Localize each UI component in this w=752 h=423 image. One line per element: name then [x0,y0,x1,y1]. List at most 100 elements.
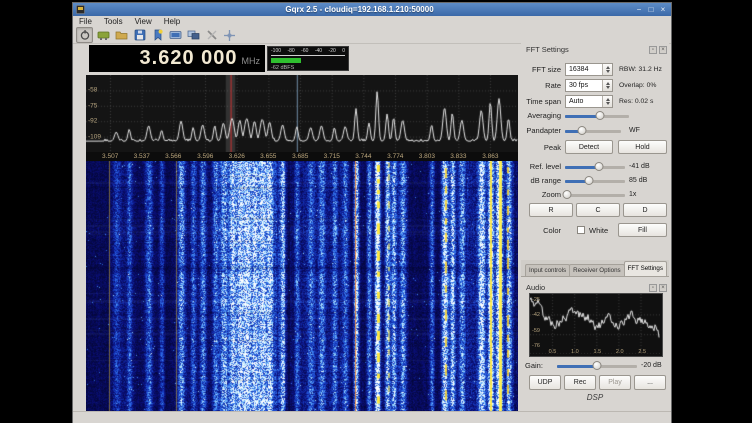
fft-size-spinbox[interactable]: 16384 [565,63,613,76]
waterfall-canvas[interactable] [86,161,518,411]
audio-title: Audio [526,283,545,292]
tools-button[interactable] [204,28,219,42]
spin-arrows[interactable] [602,80,612,91]
fill-button[interactable]: Fill [618,223,667,237]
spin-down-icon[interactable] [606,102,610,105]
play-button[interactable]: Play [599,375,631,390]
gain-slider[interactable] [557,359,637,372]
time-span-spinbox[interactable]: Auto [565,95,613,108]
meter-tick: -60 [301,48,308,54]
center-button[interactable]: C [576,203,620,217]
minimize-button[interactable]: − [634,4,644,15]
fft-size-value: 16384 [566,64,602,75]
spin-arrows[interactable] [602,96,612,107]
maximize-button[interactable]: □ [646,4,656,15]
spin-up-icon[interactable] [606,98,610,101]
menu-view[interactable]: View [129,16,158,27]
zoom-label: Zoom [521,188,561,201]
center-frequency-button[interactable] [222,28,237,42]
slider-handle[interactable] [595,162,604,171]
freq-axis-label: 3.655 [260,152,276,161]
more-options-button[interactable]: ... [634,375,666,390]
rate-spinbox[interactable]: 30 fps [565,79,613,92]
ref-level-value: -41 dB [629,160,650,173]
slider-handle[interactable] [585,176,594,185]
menu-file[interactable]: File [73,16,98,27]
menu-tools[interactable]: Tools [98,16,129,27]
save-icon [134,29,146,41]
open-button[interactable] [114,28,129,42]
titlebar[interactable]: Gqrx 2.5 - cloudiq=192.168.1.210:50000 −… [73,3,671,16]
peak-hold-button[interactable]: Hold [618,140,667,154]
spin-down-icon[interactable] [606,70,610,73]
tab-fft-settings[interactable]: FFT Settings [624,261,667,276]
start-dsp-button[interactable] [76,27,93,43]
pandapter[interactable]: -58 -75 -92 -109 [86,75,518,152]
slider-handle[interactable] [577,126,586,135]
pandapter-split-slider[interactable] [565,124,621,137]
slider-handle[interactable] [596,111,605,120]
record-button[interactable] [168,28,183,42]
screen-icon [169,29,182,41]
dock-float-button[interactable]: ▫ [649,46,657,54]
slider-groove[interactable] [565,194,625,197]
spin-down-icon[interactable] [606,86,610,89]
white-checkbox-label[interactable]: White [589,223,608,238]
frequency-unit: MHz [242,56,261,66]
spin-up-icon[interactable] [606,66,610,69]
db-range-row: dB range 85 dB [521,174,669,187]
rec-button[interactable]: Rec [564,375,596,390]
dock-tabbar: Input controls Receiver Options FFT Sett… [521,260,669,277]
wf-label: WF [629,124,640,137]
spin-up-icon[interactable] [606,82,610,85]
meter-value: -62 dBFS [271,65,345,71]
color-row: Color White Fill [521,223,669,238]
averaging-slider[interactable] [565,109,629,122]
frequency-display[interactable]: 3.620 000 MHz [89,45,265,72]
reset-button[interactable]: R [529,203,573,217]
frequency-value[interactable]: 3.620 000 [140,45,238,71]
menu-help[interactable]: Help [158,16,186,27]
slider-groove[interactable] [565,180,625,183]
slider-handle[interactable] [563,190,572,199]
remote-control-button[interactable] [186,28,201,42]
white-checkbox[interactable] [577,226,585,234]
ref-level-slider[interactable] [565,160,625,173]
io-config-button[interactable] [96,28,111,42]
dsp-label: DSP [521,393,669,402]
tab-input-controls[interactable]: Input controls [525,264,570,276]
peak-detect-button[interactable]: Detect [565,140,613,154]
dock-close-button[interactable]: × [659,46,667,54]
freq-axis-label: 3.596 [197,152,213,161]
spin-arrows[interactable] [602,64,612,75]
rate-row: Rate 30 fps Overlap: 0% [521,79,669,92]
slider-handle[interactable] [593,361,602,370]
peak-label: Peak [521,140,561,155]
save-button[interactable] [132,28,147,42]
meter-bar-track [271,58,345,63]
bookmarks-button[interactable] [150,28,165,42]
tab-receiver-options[interactable]: Receiver Options [569,264,624,276]
audio-freq-label: 1.0 [571,349,579,355]
menubar: File Tools View Help [73,16,671,27]
demod-button[interactable]: D [623,203,667,217]
ref-level-label: Ref. level [521,160,561,173]
close-button[interactable]: × [658,4,668,15]
rbw-info: RBW: 31.2 Hz [619,63,662,76]
db-axis-label: -58 [88,87,97,94]
dock-close-button[interactable]: × [659,284,667,292]
audio-db-label: -76 [532,343,540,349]
dock-float-button[interactable]: ▫ [649,284,657,292]
zoom-slider[interactable] [565,188,625,201]
rate-value: 30 fps [566,80,602,91]
spectrum-canvas[interactable] [86,75,518,152]
audio-db-label: -42 [532,312,540,318]
slider-groove[interactable] [565,130,621,133]
db-range-slider[interactable] [565,174,625,187]
time-span-value: Auto [566,96,602,107]
udp-button[interactable]: UDP [529,375,561,390]
meter-tick: -80 [287,48,294,54]
meter-tick: -40 [315,48,322,54]
frequency-axis[interactable]: 3.507 3.537 3.566 3.596 3.626 3.655 3.68… [86,152,518,161]
freq-axis-label: 3.685 [292,152,308,161]
